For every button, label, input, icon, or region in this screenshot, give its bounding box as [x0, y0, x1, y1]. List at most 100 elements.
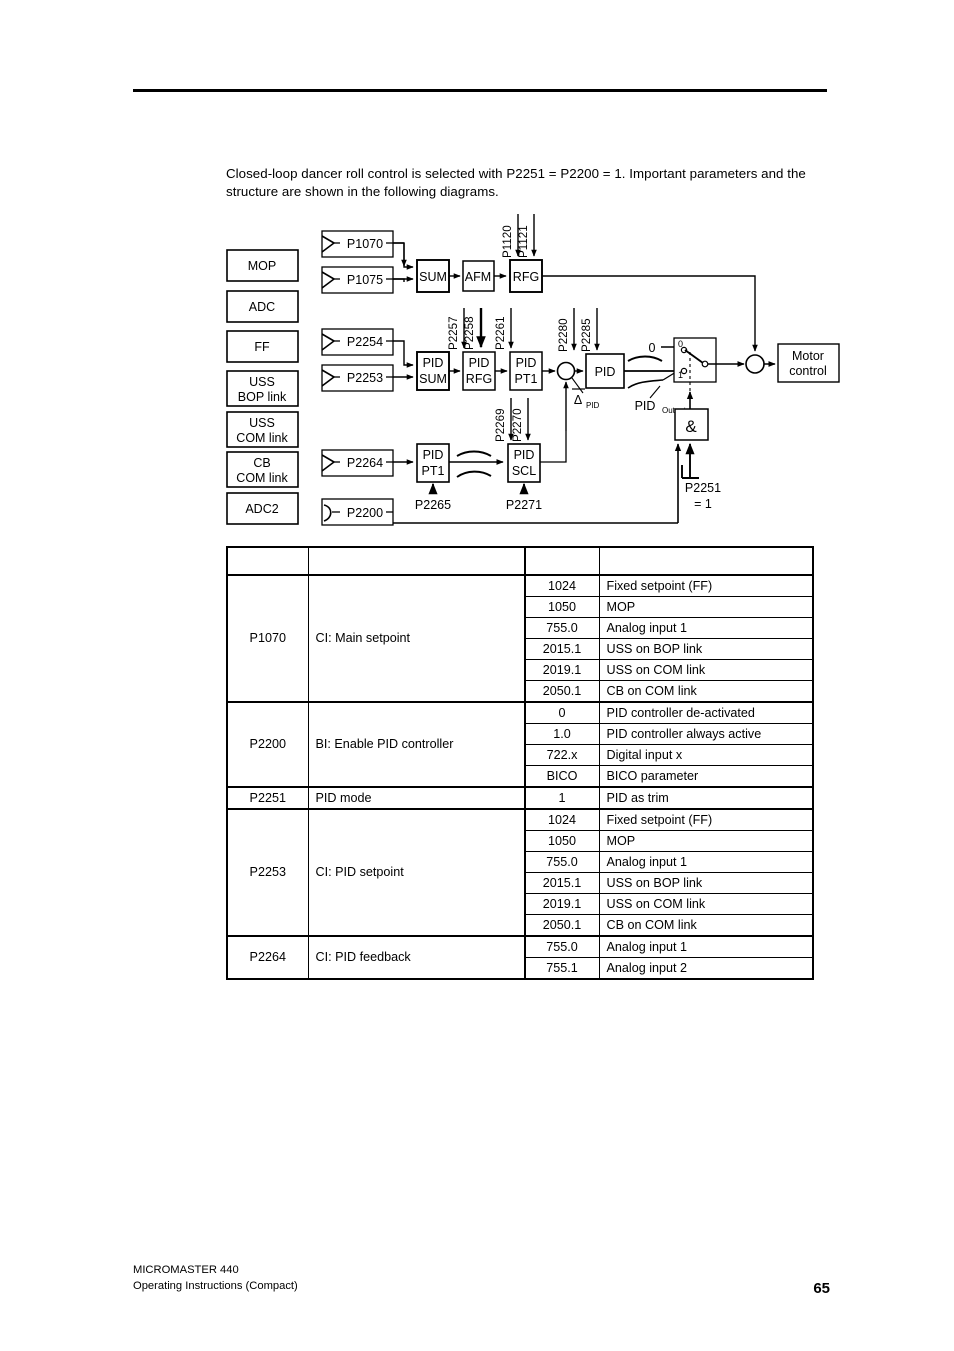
block-label-line2: SCL — [512, 464, 536, 478]
block-label-line2: PT1 — [515, 372, 538, 386]
block-pid-pt1: PID PT1 — [509, 351, 543, 391]
source-block-mop: MOP — [226, 249, 299, 282]
cell-meaning: USS on BOP link — [598, 638, 814, 660]
source-label: ADC2 — [245, 502, 278, 516]
cell-value: 755.0 — [524, 617, 600, 639]
param-arrow-p2261: P2261 — [494, 308, 514, 350]
block-label: PID — [595, 365, 616, 379]
source-label: MOP — [248, 259, 276, 273]
connector-p2264: P2264 — [321, 449, 394, 477]
source-label-line2: COM link — [236, 471, 288, 485]
param-label: P2271 — [506, 498, 542, 512]
header-cell-value — [524, 546, 600, 576]
cell-parameter: P2200 — [226, 701, 309, 788]
connector-label: P1075 — [347, 273, 383, 287]
param-label: P2285 — [580, 318, 593, 352]
cell-value: 1024 — [524, 574, 600, 597]
cell-value: 1 — [524, 786, 600, 810]
param-arrow-p1121: P1121 — [517, 214, 537, 258]
delta-subscript: PID — [586, 401, 600, 410]
cell-description: CI: PID feedback — [307, 935, 526, 980]
cell-meaning: MOP — [598, 830, 814, 852]
source-label: FF — [254, 340, 270, 354]
and-gate-label: & — [685, 417, 697, 436]
block-label-line1: PID — [423, 356, 444, 370]
source-block-adc: ADC — [226, 290, 299, 323]
cell-value: 1024 — [524, 808, 600, 831]
header-cell-description — [307, 546, 526, 576]
param-label: P2258 — [463, 316, 476, 350]
cell-meaning: BICO parameter — [598, 765, 814, 788]
source-block-ff: FF — [226, 330, 299, 363]
param-arrow-p2265: P2265 — [415, 482, 451, 512]
block-rfg: RFG — [509, 259, 543, 293]
table-row: P2200 BI: Enable PID controller 0 PID co… — [226, 701, 814, 788]
cell-meaning: CB on COM link — [598, 680, 814, 703]
cell-value: 755.0 — [524, 935, 600, 958]
block-motor-control: Motor control — [777, 343, 840, 383]
cell-meaning: Fixed setpoint (FF) — [598, 574, 814, 597]
param-label: P1120 — [501, 225, 514, 258]
cell-meaning: Analog input 1 — [598, 935, 814, 958]
block-pid-sum: PID SUM — [416, 351, 450, 391]
param-label: P2280 — [557, 318, 570, 352]
cell-description: CI: PID setpoint — [307, 808, 526, 937]
block-label-line1: PID — [423, 448, 444, 462]
cell-value: 755.0 — [524, 851, 600, 873]
cell-value: 1050 — [524, 596, 600, 618]
param-arrow-p2280: P2280 — [557, 308, 577, 352]
source-block-uss-com-link: USS COM link — [226, 411, 299, 448]
cell-meaning: Analog input 1 — [598, 617, 814, 639]
parameter-table-body: P1070 CI: Main setpoint 1024 Fixed setpo… — [226, 546, 814, 980]
block-label-line1: PID — [514, 448, 535, 462]
block-label: SUM — [419, 270, 447, 284]
block-label-line1: Motor — [792, 349, 824, 363]
cell-meaning: Analog input 2 — [598, 957, 814, 980]
switch-const-zero: 0 — [649, 341, 656, 355]
source-label-line2: BOP link — [238, 390, 287, 404]
header-cell-meaning — [598, 546, 814, 576]
cell-value: 755.1 — [524, 957, 600, 980]
connector-label: P1070 — [347, 237, 383, 251]
cell-meaning: Fixed setpoint (FF) — [598, 808, 814, 831]
table-row: P2251 PID mode 1 PID as trim — [226, 786, 814, 810]
param-arrow-p2271: P2271 — [506, 482, 542, 512]
cell-value: 2050.1 — [524, 914, 600, 937]
block-label-line2: SUM — [419, 372, 447, 386]
source-label: ADC — [249, 300, 275, 314]
p2251-value: = 1 — [694, 497, 712, 511]
cell-meaning: PID controller always active — [598, 723, 814, 745]
cell-value: 1050 — [524, 830, 600, 852]
cell-parameter: P2264 — [226, 935, 309, 980]
source-block-adc2: ADC2 — [226, 492, 299, 525]
cell-value: 722.x — [524, 744, 600, 766]
block-sum: SUM — [416, 259, 450, 293]
source-label-line1: USS — [249, 375, 275, 389]
param-label: P2261 — [494, 316, 507, 350]
cell-description: PID mode — [307, 786, 526, 810]
table-row: P2264 CI: PID feedback 755.0 Analog inpu… — [226, 935, 814, 980]
block-label-line2: RFG — [466, 372, 492, 386]
block-label-line1: PID — [516, 356, 537, 370]
connector-label: P2254 — [347, 335, 383, 349]
param-arrow-p2270: P2270 — [511, 398, 531, 442]
cell-value: 2015.1 — [524, 872, 600, 894]
block-pid-rfg: PID RFG — [462, 351, 496, 391]
table-row: P1070 CI: Main setpoint 1024 Fixed setpo… — [226, 574, 814, 703]
connector-label: P2200 — [347, 506, 383, 520]
block-afm: AFM — [462, 260, 495, 292]
cell-meaning: USS on COM link — [598, 659, 814, 681]
connector-label: P2253 — [347, 371, 383, 385]
p2251-annotation: P2251 = 1 — [685, 481, 721, 511]
footer-document-title: Operating Instructions (Compact) — [133, 1280, 298, 1292]
footer-product-name: MICROMASTER 440 — [133, 1264, 239, 1276]
block-label-line1: PID — [469, 356, 490, 370]
cell-meaning: PID as trim — [598, 786, 814, 810]
param-label: P1121 — [517, 225, 530, 258]
source-block-uss-bop-link: USS BOP link — [226, 370, 299, 407]
block-label-line2: PT1 — [422, 464, 445, 478]
source-label-line2: COM link — [236, 431, 288, 445]
table-header-row — [226, 546, 814, 576]
page-number: 65 — [813, 1280, 830, 1297]
cell-value: 0 — [524, 701, 600, 724]
